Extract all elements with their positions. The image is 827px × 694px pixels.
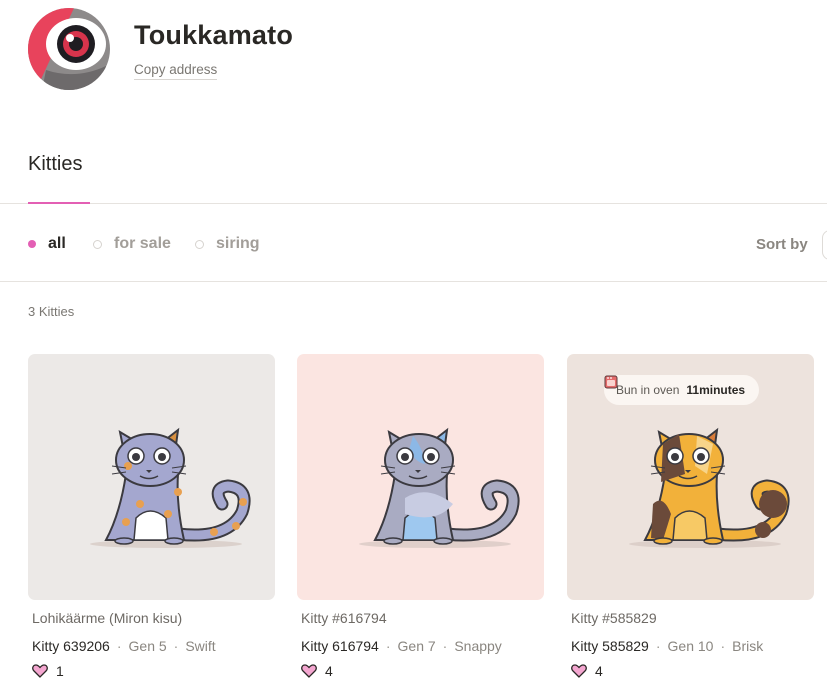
kitty-image[interactable] <box>297 354 544 600</box>
kitty-speed: Swift <box>185 638 216 654</box>
divider <box>0 281 827 282</box>
kitty-name: Kitty #585829 <box>571 610 657 626</box>
heart-icon <box>301 664 317 678</box>
badge-time: 11minutes <box>686 383 746 397</box>
kitty-meta: Kitty 639206 · Gen 5 · Swift <box>28 638 275 654</box>
cat-illustration <box>28 354 275 600</box>
copy-address-link[interactable]: Copy address <box>134 62 218 80</box>
radio-dot-icon <box>195 239 204 249</box>
kitty-name: Kitty #616794 <box>301 610 387 626</box>
separator-dot: · <box>116 638 122 654</box>
kitty-count: 3 Kitties <box>28 304 75 319</box>
kitty-generation: Gen 5 <box>128 638 167 654</box>
separator-dot: · <box>655 638 661 654</box>
kitty-meta: Kitty 616794 · Gen 7 · Snappy <box>297 638 544 654</box>
kitty-id: Kitty 585829 <box>571 638 649 654</box>
kitty-id: Kitty 616794 <box>301 638 379 654</box>
kitty-card[interactable]: Kitty #616794 Kitty 616794 · Gen 7 · Snappy … <box>297 354 544 679</box>
kitty-generation: Gen 10 <box>667 638 714 654</box>
kitty-meta: Kitty 585829 · Gen 10 · Brisk <box>567 638 814 654</box>
kitty-id: Kitty 639206 <box>32 638 110 654</box>
kitty-card[interactable]: Bun in oven 11minutes Kitty #585829 Kitt… <box>567 354 814 679</box>
sort-by-label: Sort by <box>756 236 808 253</box>
likes[interactable]: 4 <box>567 663 814 679</box>
sort-dropdown[interactable] <box>822 230 827 260</box>
profile-name: Toukkamato <box>134 20 294 50</box>
kitty-speed: Brisk <box>732 638 764 654</box>
filter-siring[interactable]: siring <box>195 235 260 253</box>
bun-in-oven-badge: Bun in oven 11minutes <box>604 375 760 405</box>
likes[interactable]: 4 <box>297 663 544 679</box>
kitty-generation: Gen 7 <box>397 638 436 654</box>
likes-count: 1 <box>56 663 64 679</box>
separator-dot: · <box>720 638 726 654</box>
badge-text: Bun in oven <box>616 383 680 397</box>
kitty-card[interactable]: Lohikäärme (Miron kisu) Kitty 639206 · Gen… <box>28 354 275 679</box>
separator-dot: · <box>442 638 448 654</box>
separator-dot: · <box>385 638 391 654</box>
active-tab-indicator <box>28 202 90 204</box>
kitty-name: Lohikäärme (Miron kisu) <box>32 610 183 626</box>
heart-icon <box>32 664 48 678</box>
filter-label: siring <box>216 235 260 252</box>
likes-count: 4 <box>325 663 333 679</box>
tab-kitties[interactable]: Kitties <box>28 153 82 176</box>
eye-avatar-icon <box>28 8 110 90</box>
kitty-image[interactable]: Bun in oven 11minutes <box>567 354 814 600</box>
filter-label: all <box>48 235 66 252</box>
likes-count: 4 <box>595 663 603 679</box>
radio-dot-icon <box>28 240 36 248</box>
heart-icon <box>571 664 587 678</box>
filter-all[interactable]: all <box>28 235 66 253</box>
filter-label: for sale <box>114 235 171 252</box>
cat-illustration <box>297 354 544 600</box>
oven-icon <box>604 375 618 389</box>
divider <box>0 203 827 204</box>
separator-dot: · <box>173 638 179 654</box>
kitty-image[interactable] <box>28 354 275 600</box>
likes[interactable]: 1 <box>28 663 275 679</box>
filter-for-sale[interactable]: for sale <box>93 235 171 253</box>
radio-dot-icon <box>93 239 102 249</box>
kitty-speed: Snappy <box>454 638 502 654</box>
